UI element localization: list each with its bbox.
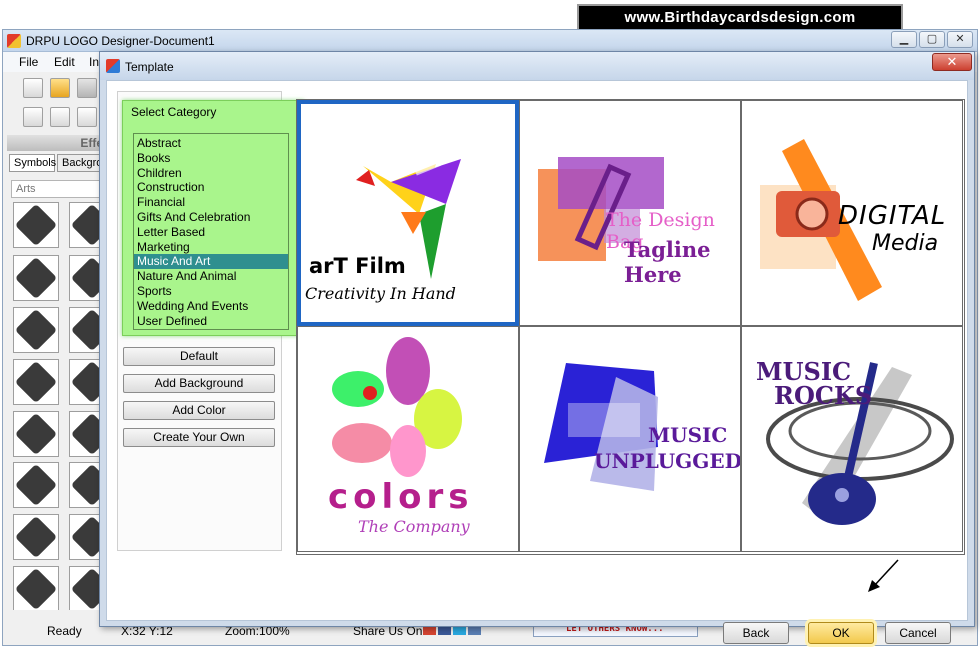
maximize-button[interactable]: ▢ [919,31,945,48]
template-grid: arT Film Creativity In Hand The Design B… [296,99,965,555]
template-title: DIGITAL [838,201,947,231]
category-item[interactable]: Marketing [134,240,288,255]
text-tool-icon[interactable] [23,107,43,127]
website-banner: www.Birthdaycardsdesign.com [577,4,903,31]
template-art-film[interactable]: arT Film Creativity In Hand [297,100,519,326]
add-color-button[interactable]: Add Color [123,401,275,420]
menu-edit[interactable]: Edit [54,55,75,69]
back-button[interactable]: Back [723,622,789,644]
template-tagline: UNPLUGGED [594,449,741,473]
category-item[interactable]: Nature And Animal [134,269,288,284]
template-music-rocks[interactable]: MUSIC ROCKS [741,326,963,552]
template-music-unplugged[interactable]: MUSIC UNPLUGGED [519,326,741,552]
dialog-close-button[interactable]: ✕ [932,53,972,71]
category-item[interactable]: Abstract [134,136,288,151]
template-design-bag[interactable]: The Design Bag Tagline Here [519,100,741,326]
menu-insert[interactable]: In [89,55,99,69]
symbol-tile[interactable] [13,514,59,560]
tab-symbols[interactable]: Symbols [9,154,56,172]
symbol-tile[interactable] [13,566,59,610]
camera-lens-icon [795,197,829,231]
default-button[interactable]: Default [123,347,275,366]
symbol-tile[interactable] [13,202,59,248]
new-document-icon[interactable] [23,78,43,98]
guitar-sound-hole [835,488,849,502]
cancel-button[interactable]: Cancel [885,622,951,644]
template-colors[interactable]: colors The Company [297,326,519,552]
category-panel: Select Category Abstract Books Children … [117,91,304,551]
category-group-label: Select Category [131,105,217,119]
category-item[interactable]: Construction [134,180,288,195]
template-tagline: ROCKS [774,381,873,410]
category-item[interactable]: Books [134,151,288,166]
piano-keys [568,403,640,437]
symbol-grid [9,200,107,610]
petal-shape [332,423,392,463]
dialog-title-bar: Template ✕ [100,52,974,80]
category-item[interactable]: Sports [134,284,288,299]
main-title-bar: DRPU LOGO Designer-Document1 ▁ ▢ ✕ [3,30,977,52]
symbol-tile[interactable] [13,255,59,301]
main-window-title: DRPU LOGO Designer-Document1 [26,34,215,48]
dialog-body: Select Category Abstract Books Children … [106,80,968,644]
template-dialog: Template ✕ Select Category Abstract Book… [99,51,975,644]
status-ready: Ready [47,624,82,638]
dialog-app-icon [106,59,120,73]
menu-file[interactable]: File [19,55,38,69]
shape-tool-icon[interactable] [77,107,97,127]
category-item[interactable]: Gifts And Celebration [134,210,288,225]
template-tagline: Media [872,231,939,256]
template-title: colors [328,477,474,517]
template-tagline: Tagline Here [624,237,711,287]
template-title: arT Film [309,254,406,278]
symbol-category-select[interactable]: Arts [11,180,107,198]
symbol-tile[interactable] [13,462,59,508]
petal-shape [332,371,384,407]
add-background-button[interactable]: Add Background [123,374,275,393]
create-your-own-button[interactable]: Create Your Own [123,428,275,447]
category-item[interactable]: User Defined [134,314,288,329]
effects-header: Effe [7,135,107,151]
ok-button[interactable]: OK [808,622,874,644]
template-digital-media[interactable]: DIGITAL Media [741,100,963,326]
symbol-tile[interactable] [13,359,59,405]
flower-center [363,386,377,400]
pointer-arrow-icon [868,559,899,592]
category-item-selected[interactable]: Music And Art [134,254,288,270]
template-title: MUSIC [648,423,728,447]
close-document-icon[interactable] [77,78,97,98]
image-tool-icon[interactable] [50,107,70,127]
minimize-button[interactable]: ▁ [891,31,917,48]
app-logo-icon [7,34,21,48]
template-tagline: Creativity In Hand [305,284,456,303]
symbol-tile[interactable] [13,307,59,353]
template-tagline: The Company [358,517,470,536]
dialog-title: Template [125,60,174,74]
category-item[interactable]: Financial [134,195,288,210]
petal-shape [390,425,426,477]
category-item[interactable]: Letter Based [134,225,288,240]
category-item[interactable]: Children [134,166,288,181]
close-button[interactable]: ✕ [947,31,973,48]
category-list[interactable]: Abstract Books Children Construction Fin… [133,133,289,330]
symbol-tile[interactable] [13,411,59,457]
category-item[interactable]: Wedding And Events [134,299,288,314]
select-category-group: Select Category Abstract Books Children … [122,100,304,336]
open-folder-icon[interactable] [50,78,70,98]
petal-shape [386,337,430,405]
